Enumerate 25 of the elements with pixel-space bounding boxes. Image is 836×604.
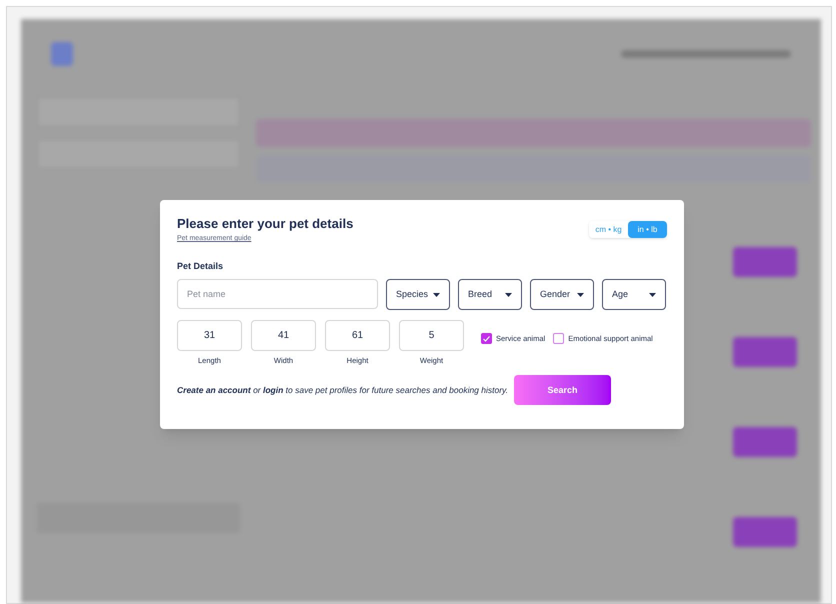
dropdown[interactable]: Species (386, 279, 450, 310)
caret-icon (433, 292, 440, 296)
dropdown[interactable]: Breed (458, 279, 522, 310)
caret-icon (577, 292, 584, 296)
pet-name-field[interactable]: Pet name (177, 279, 378, 309)
dialog-title: Please enter your pet details (177, 216, 354, 232)
checkbox[interactable] (553, 333, 564, 344)
measurement-field[interactable]: 61 (325, 320, 390, 351)
measurement-field[interactable]: 5 (399, 320, 464, 351)
search-button[interactable]: Search (514, 375, 612, 406)
dropdown[interactable]: Gender (530, 279, 594, 310)
account-note: Create an account or login to save pet profiles for future searches and booking history. (177, 384, 508, 397)
blurred-select-block (733, 337, 797, 367)
dropdown[interactable]: Age (602, 279, 666, 310)
checkmark-icon (483, 336, 490, 342)
measurement-field[interactable]: 41 (251, 320, 316, 351)
blurred-logo (51, 42, 73, 66)
blurred-select-block (733, 247, 797, 277)
blurred-select-block (733, 427, 797, 457)
section-title: Pet Details (177, 260, 224, 272)
measurement-field[interactable]: 31 (177, 320, 242, 351)
checkbox[interactable] (481, 333, 492, 344)
blurred-select-block (733, 517, 797, 547)
caret-icon (505, 292, 512, 296)
caret-icon (649, 292, 656, 296)
